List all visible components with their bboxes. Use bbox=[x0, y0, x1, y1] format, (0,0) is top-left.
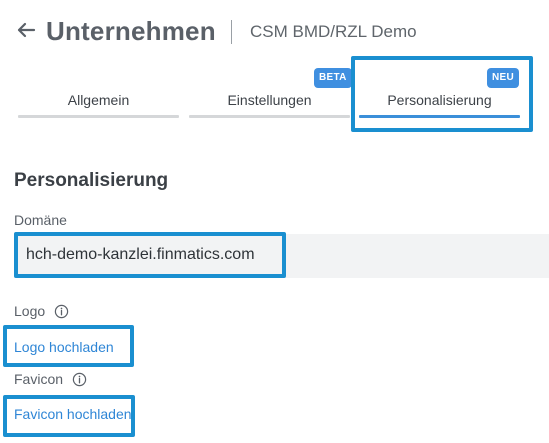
page-title: Unternehmen bbox=[46, 16, 216, 46]
tab-underline bbox=[189, 115, 350, 118]
section-title: Personalisierung bbox=[14, 170, 169, 191]
domain-label: Domäne bbox=[14, 212, 67, 228]
logo-label-row: Logo bbox=[14, 302, 69, 320]
info-icon[interactable] bbox=[72, 372, 87, 387]
page: Unternehmen CSM BMD/RZL Demo Allgemein B… bbox=[0, 0, 549, 443]
beta-badge: BETA bbox=[314, 68, 352, 88]
tab-label: Einstellungen bbox=[227, 92, 312, 108]
info-icon[interactable] bbox=[54, 304, 69, 319]
logo-label: Logo bbox=[14, 303, 46, 319]
arrow-left-icon[interactable] bbox=[14, 18, 38, 42]
tab-allgemein[interactable]: Allgemein bbox=[18, 60, 179, 120]
page-header: Unternehmen CSM BMD/RZL Demo bbox=[0, 14, 549, 50]
tab-einstellungen[interactable]: BETA Einstellungen bbox=[189, 60, 352, 120]
favicon-label-row: Favicon bbox=[14, 370, 87, 388]
highlight-box-favicon bbox=[3, 395, 135, 437]
highlight-box-domain bbox=[14, 232, 286, 278]
highlight-box-logo bbox=[3, 325, 134, 367]
highlight-box-tab bbox=[351, 56, 533, 132]
company-subtitle: CSM BMD/RZL Demo bbox=[250, 22, 417, 41]
tab-underline bbox=[18, 115, 179, 118]
title-divider bbox=[231, 20, 232, 44]
favicon-label: Favicon bbox=[14, 371, 64, 387]
tab-label: Allgemein bbox=[67, 92, 130, 108]
